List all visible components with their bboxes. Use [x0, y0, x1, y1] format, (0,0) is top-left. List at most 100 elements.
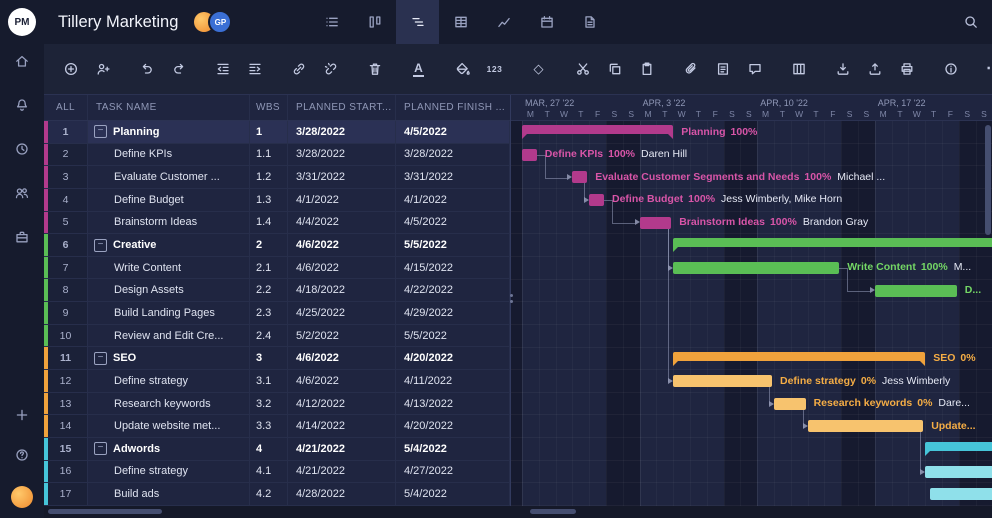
wbs-cell[interactable]: 3.1: [250, 370, 288, 392]
gantt-bar-row-8[interactable]: [875, 285, 957, 297]
table-row[interactable]: 2Define KPIs1.13/28/20223/28/2022: [44, 144, 510, 167]
indent-button[interactable]: [246, 60, 263, 78]
planned-start-cell[interactable]: 3/28/2022: [288, 144, 396, 166]
header-wbs[interactable]: WBS: [250, 95, 288, 120]
bucket-button[interactable]: [454, 60, 471, 78]
clock-icon[interactable]: [13, 140, 31, 158]
planned-finish-cell[interactable]: 5/4/2022: [396, 483, 510, 505]
planned-start-cell[interactable]: 4/18/2022: [288, 279, 396, 301]
gantt-bar-row-11[interactable]: [673, 352, 925, 361]
trash-button[interactable]: [366, 60, 383, 78]
gantt-bar-row-7[interactable]: [673, 262, 839, 274]
gantt-bar-row-15[interactable]: [925, 442, 992, 451]
planned-start-cell[interactable]: 5/2/2022: [288, 325, 396, 347]
planned-finish-cell[interactable]: 4/20/2022: [396, 415, 510, 437]
table-row[interactable]: 16Define strategy4.14/21/20224/27/2022: [44, 461, 510, 484]
panel-splitter[interactable]: [508, 289, 514, 307]
wbs-cell[interactable]: 4.1: [250, 461, 288, 483]
gantt-bar-row-4[interactable]: [589, 194, 604, 206]
table-row[interactable]: 8Design Assets2.24/18/20224/22/2022: [44, 279, 510, 302]
planned-start-cell[interactable]: 3/28/2022: [288, 121, 396, 143]
task-name-cell[interactable]: Review and Edit Cre...: [88, 325, 250, 347]
gantt-bar-row-3[interactable]: [572, 171, 587, 183]
task-name-cell[interactable]: Evaluate Customer ...: [88, 166, 250, 188]
task-name-cell[interactable]: Update website met...: [88, 415, 250, 437]
table-row[interactable]: 12Define strategy3.14/6/20224/11/2022: [44, 370, 510, 393]
table-row[interactable]: 1−Planning13/28/20224/5/2022: [44, 121, 510, 144]
planned-start-cell[interactable]: 4/28/2022: [288, 483, 396, 505]
gantt-bar-row-5[interactable]: [640, 217, 672, 229]
tab-list-view[interactable]: [310, 0, 353, 44]
planned-finish-cell[interactable]: 5/4/2022: [396, 438, 510, 460]
n123-button[interactable]: 123: [486, 60, 503, 78]
table-row[interactable]: 9Build Landing Pages2.34/25/20224/29/202…: [44, 302, 510, 325]
attach-button[interactable]: [682, 60, 699, 78]
gantt-bar-row-16[interactable]: [925, 466, 992, 478]
export-button[interactable]: [866, 60, 883, 78]
collapse-icon[interactable]: −: [94, 239, 107, 252]
task-name-cell[interactable]: Define Budget: [88, 189, 250, 211]
cut-button[interactable]: [574, 60, 591, 78]
addtask-button[interactable]: [62, 60, 79, 78]
gantt-bar-row-14[interactable]: [808, 420, 924, 432]
grid-hscroll-thumb[interactable]: [48, 509, 162, 514]
header-planned-start[interactable]: PLANNED START...: [288, 95, 396, 120]
planned-finish-cell[interactable]: 4/5/2022: [396, 121, 510, 143]
tab-chart-view[interactable]: [482, 0, 525, 44]
planned-finish-cell[interactable]: 5/5/2022: [396, 325, 510, 347]
task-name-cell[interactable]: Write Content: [88, 257, 250, 279]
collapse-icon[interactable]: −: [94, 125, 107, 138]
task-name-cell[interactable]: Research keywords: [88, 393, 250, 415]
collapse-icon[interactable]: −: [94, 352, 107, 365]
gantt-bar-row-2[interactable]: [522, 149, 537, 161]
planned-finish-cell[interactable]: 4/5/2022: [396, 212, 510, 234]
more-button[interactable]: ⋯: [986, 60, 992, 78]
info-button[interactable]: [942, 60, 959, 78]
task-name-cell[interactable]: −SEO: [88, 347, 250, 369]
table-row[interactable]: 11−SEO34/6/20224/20/2022: [44, 347, 510, 370]
help-icon[interactable]: [13, 446, 31, 464]
assign-button[interactable]: [94, 60, 111, 78]
planned-finish-cell[interactable]: 4/29/2022: [396, 302, 510, 324]
copy-button[interactable]: [606, 60, 623, 78]
gantt-bar-row-13[interactable]: [774, 398, 806, 410]
header-planned-finish[interactable]: PLANNED FINISH ...: [396, 95, 510, 120]
header-all[interactable]: ALL: [44, 95, 88, 120]
tab-board-view[interactable]: [353, 0, 396, 44]
planned-finish-cell[interactable]: 3/31/2022: [396, 166, 510, 188]
wbs-cell[interactable]: 1.4: [250, 212, 288, 234]
table-row[interactable]: 15−Adwords44/21/20225/4/2022: [44, 438, 510, 461]
planned-start-cell[interactable]: 4/1/2022: [288, 189, 396, 211]
comment-button[interactable]: [746, 60, 763, 78]
undo-button[interactable]: [138, 60, 155, 78]
textcolor-button[interactable]: A: [410, 60, 427, 78]
task-name-cell[interactable]: −Creative: [88, 234, 250, 256]
table-row[interactable]: 14Update website met...3.34/14/20224/20/…: [44, 415, 510, 438]
table-row[interactable]: 17Build ads4.24/28/20225/4/2022: [44, 483, 510, 506]
table-row[interactable]: 3Evaluate Customer ...1.23/31/20223/31/2…: [44, 166, 510, 189]
task-name-cell[interactable]: Design Assets: [88, 279, 250, 301]
wbs-cell[interactable]: 2.3: [250, 302, 288, 324]
user-avatar[interactable]: [11, 486, 33, 508]
task-name-cell[interactable]: −Planning: [88, 121, 250, 143]
wbs-cell[interactable]: 4: [250, 438, 288, 460]
note-button[interactable]: [714, 60, 731, 78]
planned-finish-cell[interactable]: 4/1/2022: [396, 189, 510, 211]
wbs-cell[interactable]: 1.2: [250, 166, 288, 188]
paste-button[interactable]: [638, 60, 655, 78]
tab-gantt-view[interactable]: [396, 0, 439, 44]
planned-finish-cell[interactable]: 4/27/2022: [396, 461, 510, 483]
table-row[interactable]: 4Define Budget1.34/1/20224/1/2022: [44, 189, 510, 212]
planned-start-cell[interactable]: 4/6/2022: [288, 370, 396, 392]
table-row[interactable]: 7Write Content2.14/6/20224/15/2022: [44, 257, 510, 280]
wbs-cell[interactable]: 2.2: [250, 279, 288, 301]
wbs-cell[interactable]: 3.2: [250, 393, 288, 415]
wbs-cell[interactable]: 4.2: [250, 483, 288, 505]
gantt-hscroll-thumb[interactable]: [530, 509, 576, 514]
task-name-cell[interactable]: Build Landing Pages: [88, 302, 250, 324]
planned-start-cell[interactable]: 4/12/2022: [288, 393, 396, 415]
planned-finish-cell[interactable]: 4/15/2022: [396, 257, 510, 279]
wbs-cell[interactable]: 1.3: [250, 189, 288, 211]
unlink-button[interactable]: [322, 60, 339, 78]
wbs-cell[interactable]: 3: [250, 347, 288, 369]
